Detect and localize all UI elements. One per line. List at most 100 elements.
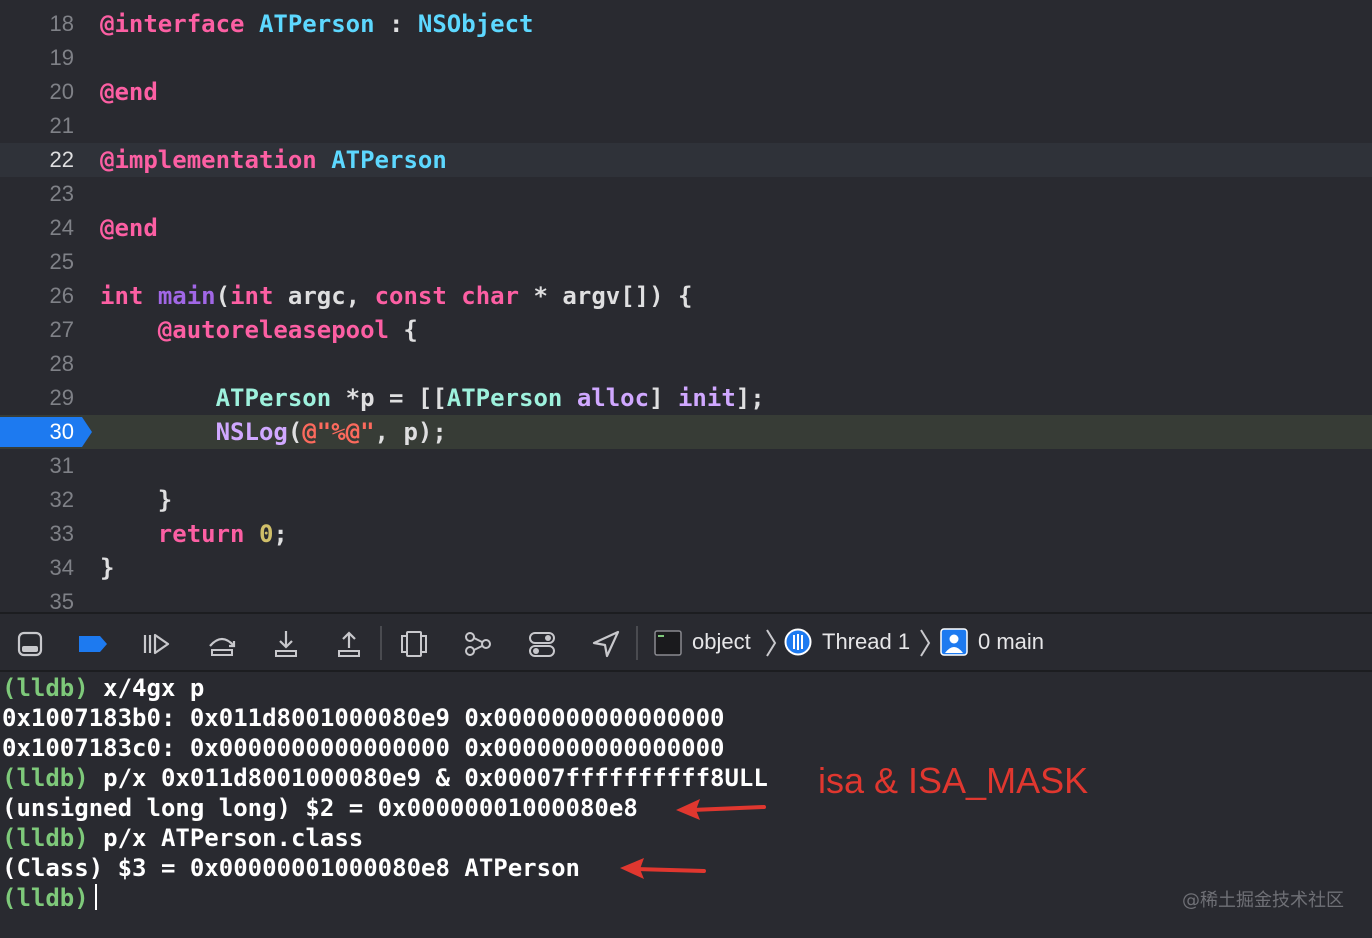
line-number[interactable]: 32 xyxy=(0,483,74,517)
code-token: const xyxy=(374,282,447,310)
code-token: NSObject xyxy=(417,10,534,38)
console-text: p/x ATPerson.class xyxy=(88,824,364,852)
chevron-right-icon xyxy=(766,629,777,657)
breakpoints-toggle-button[interactable] xyxy=(76,628,108,660)
code-line[interactable]: 26 int main(int argc, const char * argv[]… xyxy=(0,279,1372,313)
breakpoint-icon xyxy=(79,636,107,652)
step-out-button[interactable] xyxy=(333,628,365,660)
code-line[interactable]: 27 @autoreleasepool { xyxy=(0,313,1372,347)
code-line[interactable]: 22 @implementation ATPerson xyxy=(0,143,1372,177)
line-number[interactable]: 34 xyxy=(0,551,74,585)
console-line: (lldb) x/4gx p xyxy=(2,673,204,703)
line-number[interactable]: 28 xyxy=(0,347,74,381)
code-line[interactable]: 24 @end xyxy=(0,211,1372,245)
code-line[interactable]: 35 xyxy=(0,585,1372,612)
line-number[interactable]: 25 xyxy=(0,245,74,279)
view-hierarchy-button[interactable] xyxy=(398,628,430,660)
code-line[interactable]: 21 xyxy=(0,109,1372,143)
code-line[interactable]: 18 @interface ATPerson : NSObject xyxy=(0,7,1372,41)
code-line[interactable]: 30 NSLog(@"%@", p); xyxy=(0,415,1372,449)
code-token: init xyxy=(677,384,736,412)
step-over-icon xyxy=(209,637,236,656)
line-number[interactable]: 24 xyxy=(0,211,74,245)
console-line: (lldb) p/x 0x011d8001000080e9 & 0x00007f… xyxy=(2,763,768,793)
hide-debug-area-button[interactable] xyxy=(14,628,46,660)
code-line[interactable]: 34} xyxy=(0,551,1372,585)
console-text: 0x1007183b0: 0x011d8001000080e9 0x000000… xyxy=(2,704,725,732)
code-token: 0 xyxy=(258,520,274,548)
breadcrumb-frame[interactable]: 0 main xyxy=(978,614,1044,670)
panel-icon xyxy=(17,631,43,657)
lldb-console[interactable]: (lldb) x/4gx p 0x1007183b0: 0x011d8001000… xyxy=(0,672,1372,938)
code-line[interactable]: 28 xyxy=(0,347,1372,381)
code-token: ; xyxy=(273,520,288,548)
step-into-button[interactable] xyxy=(270,628,302,660)
line-number[interactable]: 22 xyxy=(0,143,74,177)
code-line[interactable]: 25 xyxy=(0,245,1372,279)
line-number[interactable]: 23 xyxy=(0,177,74,211)
view-hierarchy-icon xyxy=(401,631,427,657)
source-editor[interactable]: 18 @interface ATPerson : NSObject 19 20 @end… xyxy=(0,0,1372,612)
code-text: @implementation ATPerson xyxy=(100,143,447,177)
code-line[interactable]: 20 @end xyxy=(0,75,1372,109)
toolbar-divider xyxy=(380,626,382,660)
code-line[interactable]: 29 ATPerson *p = [[ATPerson alloc] init]… xyxy=(0,381,1372,415)
line-number[interactable]: 20 xyxy=(0,75,74,109)
code-token: { xyxy=(388,316,418,344)
simulate-location-button[interactable] xyxy=(590,628,622,660)
memory-graph-button[interactable] xyxy=(462,628,494,660)
code-token: alloc xyxy=(576,384,650,412)
lldb-prompt: (lldb) xyxy=(2,674,89,702)
console-text: (unsigned long long) $2 = 0x000000010000… xyxy=(2,794,638,822)
console-text: x/4gx p xyxy=(88,674,205,702)
text-cursor[interactable] xyxy=(94,884,97,910)
memory-graph-icon xyxy=(465,632,491,656)
line-number[interactable]: 29 xyxy=(0,381,74,415)
code-line[interactable]: 31 xyxy=(0,449,1372,483)
code-line[interactable]: 23 xyxy=(0,177,1372,211)
line-number[interactable]: 26 xyxy=(0,279,74,313)
red-arrow-icon xyxy=(620,858,706,879)
line-number[interactable]: 19 xyxy=(0,41,74,75)
stack-frame-icon xyxy=(940,628,968,656)
continue-button[interactable] xyxy=(140,628,172,660)
code-token: ( xyxy=(287,418,303,446)
code-token: ( xyxy=(215,282,231,310)
code-text: @interface ATPerson : NSObject xyxy=(100,7,534,41)
lldb-prompt: (lldb) xyxy=(2,764,89,792)
debug-toolbar: object Thread 1 0 main xyxy=(0,612,1372,672)
code-line[interactable]: 19 xyxy=(0,41,1372,75)
red-arrow-icon xyxy=(676,799,766,820)
line-number[interactable]: 18 xyxy=(0,7,74,41)
line-number[interactable]: 30 xyxy=(0,415,74,449)
code-line[interactable]: 33 return 0; xyxy=(0,517,1372,551)
code-token: * argv[]) { xyxy=(519,282,693,310)
line-number[interactable]: 21 xyxy=(0,109,74,143)
code-token: } xyxy=(100,554,115,582)
console-line: (Class) $3 = 0x00000001000080e8 ATPerson xyxy=(2,853,580,883)
code-line[interactable]: 32 } xyxy=(0,483,1372,517)
code-token: : xyxy=(374,10,418,38)
line-number[interactable]: 35 xyxy=(0,585,74,612)
console-line: (unsigned long long) $2 = 0x000000010000… xyxy=(2,793,638,823)
code-text: ATPerson *p = [[ATPerson alloc] init]; xyxy=(100,381,765,415)
environment-overrides-button[interactable] xyxy=(526,628,558,660)
console-text: 0x1007183c0: 0x0000000000000000 0x000000… xyxy=(2,734,725,762)
code-token: @end xyxy=(100,214,158,242)
code-text: } xyxy=(100,483,172,517)
breadcrumb-thread[interactable]: Thread 1 xyxy=(822,614,910,670)
code-text: @autoreleasepool { xyxy=(100,313,418,347)
breadcrumb-process[interactable]: object xyxy=(692,614,751,670)
thread-icon xyxy=(784,628,812,656)
chevron-right-icon xyxy=(920,629,931,657)
terminal-icon xyxy=(654,630,682,656)
step-over-button[interactable] xyxy=(206,628,238,660)
line-number[interactable]: 33 xyxy=(0,517,74,551)
line-number[interactable]: 27 xyxy=(0,313,74,347)
line-number[interactable]: 31 xyxy=(0,449,74,483)
annotation-label: isa & ISA_MASK xyxy=(818,760,1089,801)
